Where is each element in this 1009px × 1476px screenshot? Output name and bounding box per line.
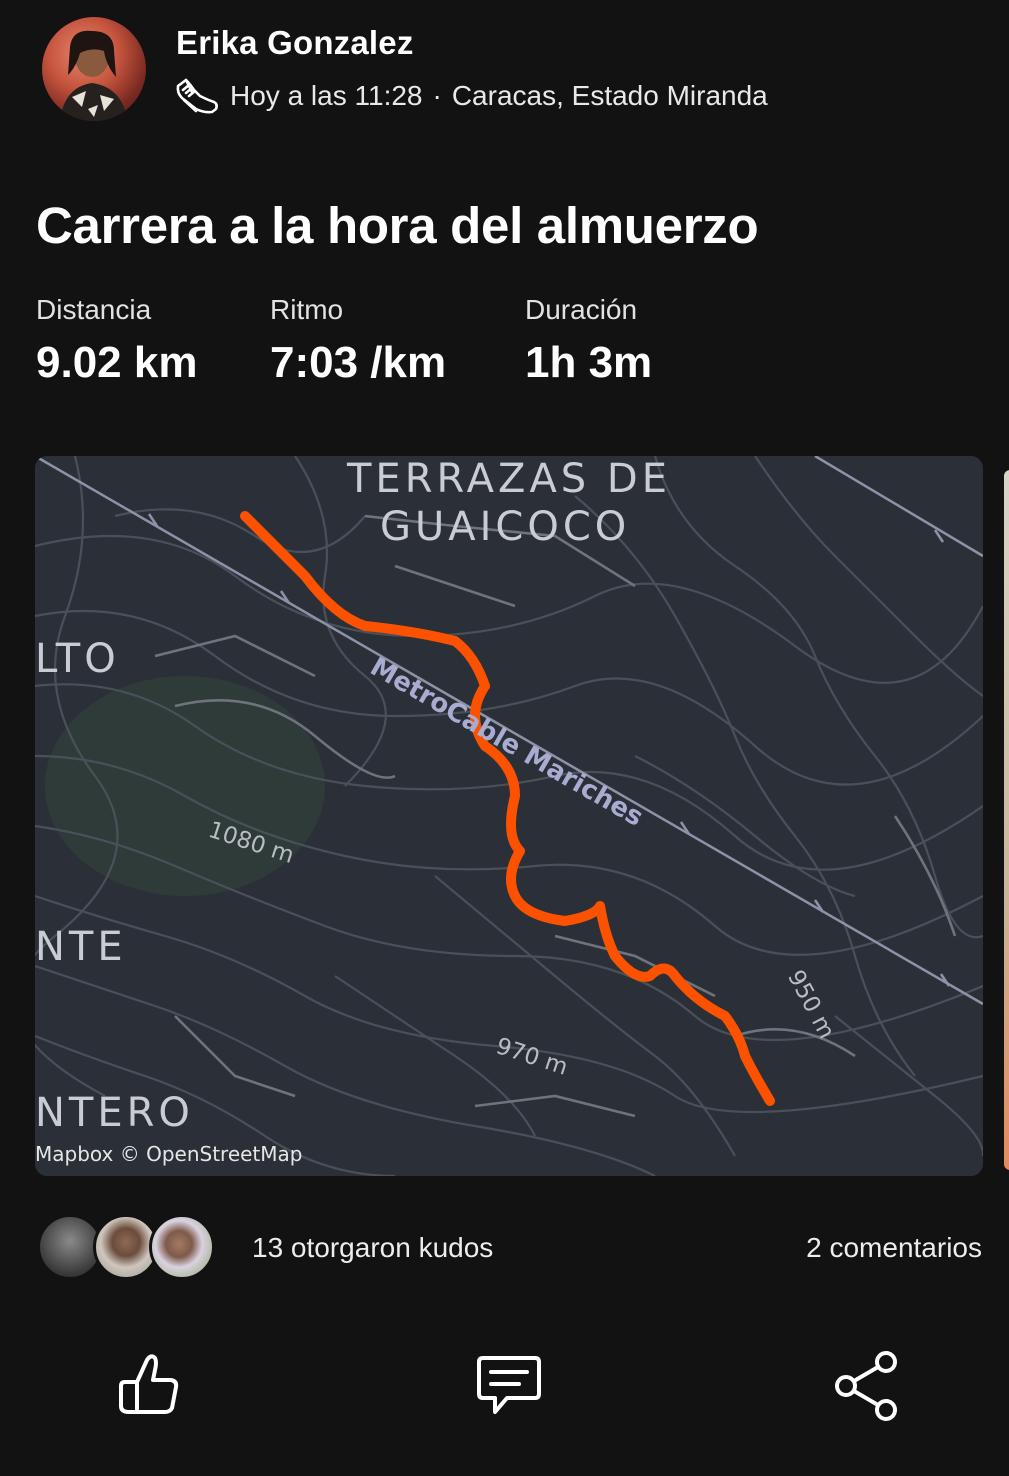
avatar <box>149 1214 215 1280</box>
share-icon <box>830 1348 906 1424</box>
thumbs-up-icon <box>111 1348 187 1424</box>
map-attribution[interactable]: Mapbox © OpenStreetMap <box>35 1142 302 1166</box>
activity-meta: Hoy a las 11:28 · Caracas, Estado Mirand… <box>174 74 768 118</box>
kudos-avatars[interactable] <box>37 1214 217 1280</box>
kudos-count[interactable]: 13 otorgaron kudos <box>252 1232 493 1264</box>
activity-title[interactable]: Carrera a la hora del almuerzo <box>36 196 759 255</box>
stat-pace: Ritmo 7:03 /km <box>270 294 446 388</box>
stat-label: Ritmo <box>270 294 344 325</box>
map-label-terrazas: TERRAZAS DE <box>347 456 671 502</box>
stat-duration: Duración 1h 3m <box>525 294 652 388</box>
athlete-avatar[interactable] <box>42 17 146 121</box>
athlete-name[interactable]: Erika Gonzalez <box>176 24 414 62</box>
comment-icon <box>471 1348 547 1424</box>
activity-feed-card: Erika Gonzalez Hoy a las 11:28 · Caracas… <box>0 0 1009 1476</box>
map-background <box>35 456 983 1176</box>
map-label-ntero: NTERO <box>35 1090 194 1136</box>
stat-value: 9.02 km <box>36 338 198 387</box>
comments-count[interactable]: 2 comentarios <box>806 1232 982 1264</box>
stat-label: Duración <box>525 294 638 325</box>
map-label-ente: NTE <box>35 924 127 970</box>
activity-timestamp: Hoy a las 11:28 <box>230 80 423 111</box>
map-label-alto: LTO <box>35 636 120 682</box>
stat-label: Distancia <box>36 294 152 325</box>
map-label-guaicoco: GUAICOCO <box>380 504 631 550</box>
comment-button[interactable] <box>471 1348 547 1424</box>
meta-separator: · <box>432 80 442 111</box>
activity-location: Caracas, Estado Miranda <box>451 80 768 111</box>
kudos-button[interactable] <box>111 1348 187 1424</box>
stat-distance: Distancia 9.02 km <box>36 294 197 388</box>
next-media-card[interactable] <box>1004 470 1009 1170</box>
share-button[interactable] <box>830 1348 906 1424</box>
stat-value: 1h 3m <box>525 338 653 387</box>
route-map[interactable]: TERRAZAS DE GUAICOCO LTO NTE NTERO Metro… <box>35 456 983 1176</box>
shoe-icon <box>174 76 220 116</box>
stat-value: 7:03 /km <box>270 338 447 387</box>
